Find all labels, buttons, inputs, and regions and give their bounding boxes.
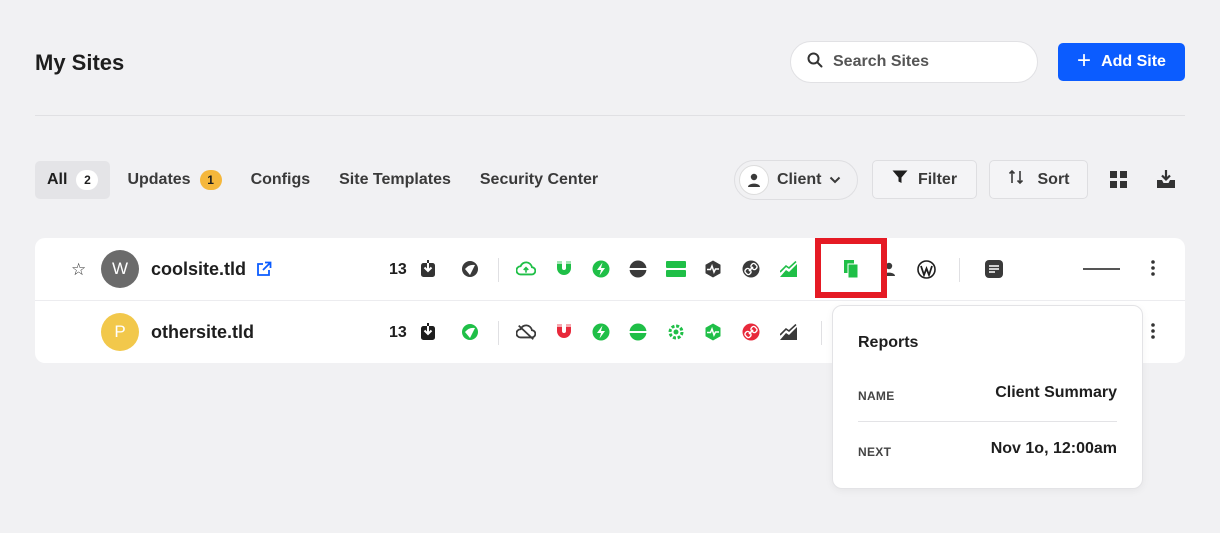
highlight-box — [815, 238, 887, 298]
avatar: P — [101, 313, 139, 351]
magnet-icon[interactable] — [554, 322, 574, 342]
client-label: Client — [777, 171, 822, 188]
site-name[interactable]: coolsite.tld — [151, 259, 246, 280]
updates-count: 13 — [389, 324, 407, 341]
add-site-label: Add Site — [1101, 53, 1166, 70]
tab-security-center[interactable]: Security Center — [468, 161, 610, 199]
more-options-icon[interactable] — [1151, 323, 1155, 344]
download-icon[interactable] — [418, 259, 438, 279]
database-icon[interactable] — [628, 322, 648, 342]
name-value: Client Summary — [995, 384, 1117, 401]
export-icon[interactable] — [1156, 169, 1176, 194]
page-title: My Sites — [35, 50, 125, 75]
link-icon[interactable] — [741, 259, 761, 279]
sort-button[interactable]: Sort — [989, 160, 1088, 199]
magnet-icon[interactable] — [554, 259, 574, 279]
divider — [821, 321, 822, 345]
user-icon — [739, 165, 769, 195]
search-box[interactable] — [790, 41, 1038, 83]
divider — [498, 321, 499, 345]
status-dash — [1083, 268, 1120, 270]
client-dropdown[interactable]: Client — [734, 160, 858, 200]
external-link-icon[interactable] — [256, 261, 272, 282]
plus-icon: + — [1077, 46, 1092, 74]
sort-icon — [1008, 169, 1024, 190]
divider — [498, 258, 499, 282]
cloud-off-icon[interactable] — [516, 322, 536, 342]
bolt-icon[interactable] — [591, 322, 611, 342]
download-icon[interactable] — [418, 322, 438, 342]
bolt-icon[interactable] — [591, 259, 611, 279]
reports-popover: Reports NAME Client Summary NEXT Nov 1o,… — [832, 305, 1143, 489]
filter-button[interactable]: Filter — [872, 160, 977, 199]
tab-updates-count: 1 — [199, 170, 222, 190]
tab-site-templates[interactable]: Site Templates — [327, 161, 463, 199]
sort-label: Sort — [1037, 170, 1070, 188]
analytics-icon[interactable] — [779, 322, 799, 342]
uptime-icon[interactable] — [703, 259, 723, 279]
more-options-icon[interactable] — [1151, 260, 1155, 281]
uptime-icon[interactable] — [703, 322, 723, 342]
header-divider — [35, 115, 1185, 116]
shield-icon[interactable] — [460, 322, 480, 342]
add-site-button[interactable]: + Add Site — [1058, 43, 1185, 81]
filter-label: Filter — [917, 170, 958, 188]
settings-icon[interactable] — [666, 322, 686, 342]
analytics-icon[interactable] — [779, 259, 799, 279]
tab-all-count: 2 — [76, 170, 99, 190]
star-icon[interactable]: ☆ — [71, 260, 86, 280]
popover-divider — [858, 421, 1117, 422]
database-icon[interactable] — [628, 259, 648, 279]
site-tabs: All 2 Updates 1 Configs Site Templates S… — [35, 161, 615, 199]
avatar: W — [101, 250, 139, 288]
tab-updates-label: Updates — [127, 171, 191, 188]
notes-icon[interactable] — [984, 259, 1004, 279]
tab-updates[interactable]: Updates 1 — [115, 161, 233, 199]
chevron-down-icon — [829, 171, 841, 189]
divider — [959, 258, 960, 282]
site-name[interactable]: othersite.tld — [151, 322, 254, 343]
table-row[interactable]: ☆ W coolsite.tld 13 — [35, 238, 1185, 301]
tab-all-label: All — [47, 171, 68, 188]
updates-count: 13 — [389, 261, 407, 278]
name-label: NAME — [858, 389, 895, 403]
grid-view-icon[interactable] — [1110, 171, 1127, 193]
tab-all[interactable]: All 2 — [35, 161, 111, 199]
search-input[interactable] — [831, 52, 1015, 72]
shield-icon[interactable] — [460, 259, 480, 279]
tab-configs[interactable]: Configs — [239, 161, 323, 199]
next-label: NEXT — [858, 445, 892, 459]
server-icon[interactable] — [666, 259, 686, 279]
next-value: Nov 1o, 12:00am — [990, 440, 1117, 457]
link-icon[interactable] — [741, 322, 761, 342]
filter-icon — [892, 170, 908, 189]
wordpress-icon[interactable] — [916, 259, 936, 279]
search-icon — [807, 52, 823, 73]
popover-title: Reports — [858, 334, 919, 351]
cloud-upload-icon[interactable] — [516, 259, 536, 279]
